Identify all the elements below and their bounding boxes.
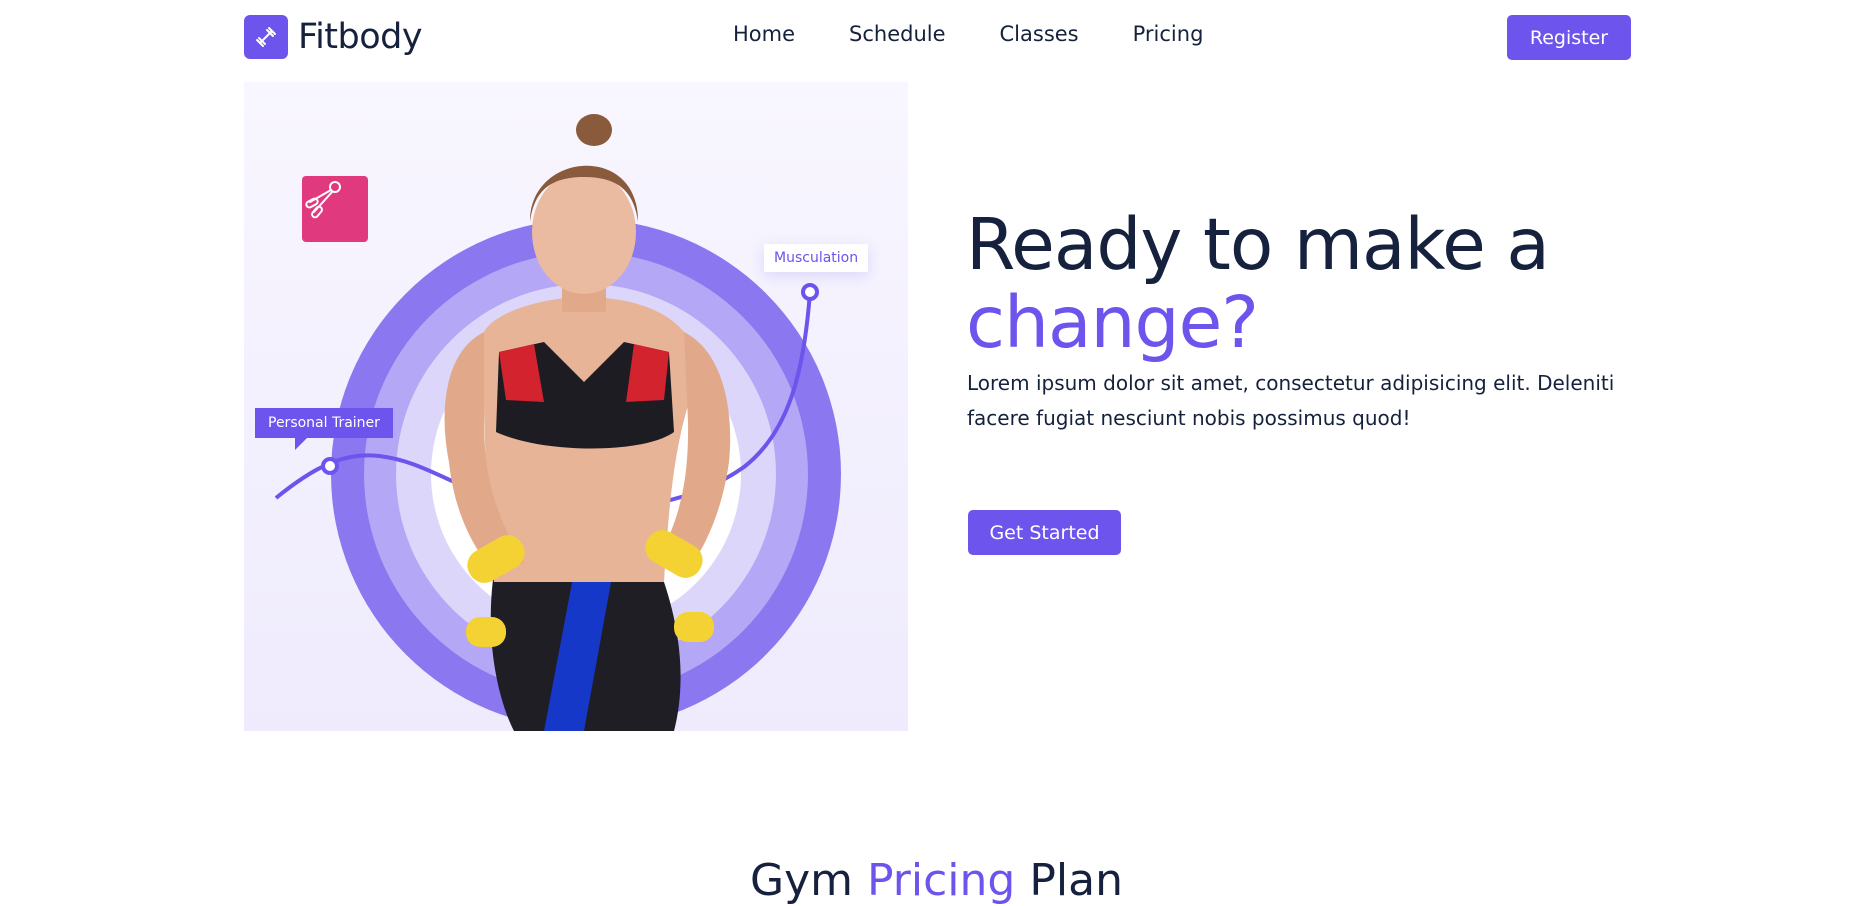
nav-item-schedule[interactable]: Schedule [849,22,946,46]
main-nav: Home Schedule Classes Pricing [733,22,1203,46]
curve-point-right [801,283,819,301]
hand-gripper-icon [302,176,368,242]
pricing-title-end: Plan [1029,855,1123,906]
hero-description: Lorem ipsum dolor sit amet, consectetur … [967,371,1615,430]
tag-musculation: Musculation [764,244,869,272]
nav-item-classes[interactable]: Classes [1000,22,1079,46]
curve-point-left [321,457,339,475]
tag-personal-trainer: Personal Trainer [255,408,393,450]
pricing-section-title: Gym Pricing Plan [0,855,1873,906]
dumbbell-icon [244,15,288,59]
hero-image: Personal Trainer Musculation [244,82,908,731]
hero-title-line1: Ready to make a [966,203,1550,286]
site-header: Fitbody Home Schedule Classes Pricing Re… [0,0,1873,74]
nav-item-pricing[interactable]: Pricing [1133,22,1204,46]
brand-logo[interactable]: Fitbody [244,15,423,59]
nav-item-home[interactable]: Home [733,22,795,46]
pricing-title-start: Gym [750,855,854,906]
hero-title: Ready to make a change? [966,203,1550,364]
register-button[interactable]: Register [1507,15,1631,60]
brand-name: Fitbody [298,17,423,57]
pricing-title-accent: Pricing [867,855,1016,906]
get-started-button[interactable]: Get Started [968,510,1121,555]
hero-title-accent: change? [966,281,1259,364]
